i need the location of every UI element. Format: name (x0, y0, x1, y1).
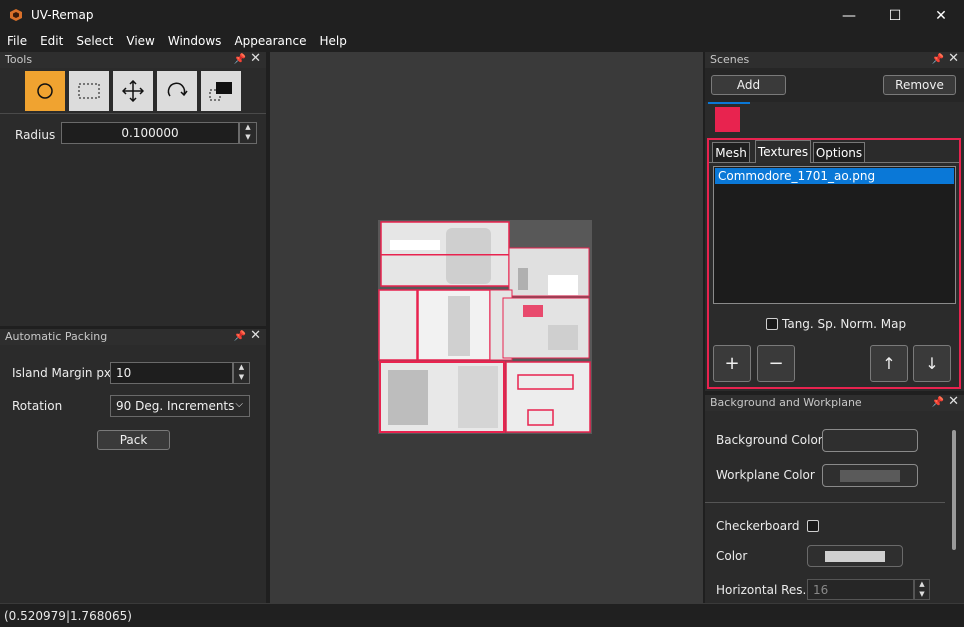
rotation-label: Rotation (12, 399, 63, 413)
window-title: UV-Remap (31, 8, 94, 22)
scene-content-box: Mesh Textures Options Commodore_1701_ao.… (707, 138, 961, 389)
menu-help[interactable]: Help (313, 32, 353, 51)
menu-bar: File Edit Select View Windows Appearance… (0, 31, 964, 52)
spin-down-icon[interactable]: ▼ (240, 133, 256, 143)
spin-up-icon[interactable]: ▲ (240, 123, 256, 133)
background-workplane-panel: Background and Workplane 📌 ✕ Background … (705, 394, 964, 603)
close-panel-icon[interactable]: ✕ (948, 51, 959, 67)
workplane-color-button[interactable] (822, 464, 918, 487)
texture-list[interactable]: Commodore_1701_ao.png (713, 166, 956, 304)
spin-down-icon[interactable]: ▼ (234, 373, 249, 383)
menu-appearance[interactable]: Appearance (227, 32, 312, 51)
close-button[interactable]: ✕ (918, 0, 964, 31)
checkerboard-label: Checkerboard (716, 519, 800, 533)
close-panel-icon[interactable]: ✕ (250, 328, 261, 344)
checkerboard-checkbox[interactable] (807, 520, 819, 532)
tools-panel-title: Tools (5, 53, 33, 66)
tangent-normal-map-checkbox[interactable] (766, 318, 778, 330)
menu-file[interactable]: File (0, 32, 33, 51)
circle-icon (37, 83, 53, 99)
spin-down-icon[interactable]: ▼ (915, 590, 929, 600)
remove-scene-button[interactable]: Remove (883, 75, 956, 95)
rotation-select[interactable]: 90 Deg. Increments ⌵ (110, 395, 250, 417)
add-texture-button[interactable]: + (713, 345, 751, 382)
uv-texture-preview[interactable] (378, 220, 592, 434)
island-margin-spinner[interactable]: ▲ ▼ (233, 362, 250, 384)
rotation-select-value: 90 Deg. Increments (116, 399, 235, 413)
minimize-button[interactable]: — (826, 0, 872, 31)
panel-scrollbar[interactable] (952, 430, 956, 550)
pin-icon[interactable]: 📌 (234, 52, 246, 68)
radius-label: Radius (15, 128, 56, 142)
remove-texture-button[interactable]: − (757, 345, 795, 382)
chevron-down-icon: ⌵ (235, 399, 243, 410)
pin-icon[interactable]: 📌 (234, 329, 246, 345)
island-margin-label: Island Margin px. (12, 366, 115, 380)
add-scene-button[interactable]: Add (711, 75, 786, 95)
scenes-panel: Scenes 📌 ✕ Add Remove Mesh Textures Opti… (705, 51, 964, 391)
move-up-button[interactable]: ↑ (870, 345, 908, 382)
close-panel-icon[interactable]: ✕ (250, 51, 261, 67)
spin-up-icon[interactable]: ▲ (915, 580, 929, 590)
scenes-panel-header: Scenes 📌 ✕ (705, 51, 964, 68)
pack-button[interactable]: Pack (97, 430, 170, 450)
checker-color-swatch (825, 551, 885, 562)
close-panel-icon[interactable]: ✕ (948, 394, 959, 410)
radius-spinner[interactable]: ▲ ▼ (239, 122, 257, 144)
status-bar: (0.520979|1.768065) (0, 603, 964, 627)
tools-panel: Tools 📌 ✕ Radius 0.100000 ▲ ▼ (0, 51, 266, 326)
island-margin-input[interactable]: 10 (110, 362, 233, 384)
tab-textures[interactable]: Textures (755, 140, 811, 163)
checker-color-button[interactable] (807, 545, 903, 567)
move-arrows-icon (122, 80, 144, 102)
packing-panel-header: Automatic Packing 📌 ✕ (0, 328, 266, 345)
tangent-normal-map-label: Tang. Sp. Norm. Map (782, 317, 907, 331)
uv-islands-graphic (378, 220, 592, 434)
circle-select-tool[interactable] (25, 71, 65, 111)
bg-panel-title: Background and Workplane (710, 396, 862, 409)
pin-icon[interactable]: 📌 (932, 395, 944, 411)
pin-icon[interactable]: 📌 (932, 52, 944, 68)
tab-options[interactable]: Options (813, 142, 865, 163)
move-tool[interactable] (113, 71, 153, 111)
menu-windows[interactable]: Windows (161, 32, 228, 51)
cursor-coordinates: (0.520979|1.768065) (4, 609, 132, 623)
checker-color-label: Color (716, 549, 748, 563)
workplane-color-label: Workplane Color (716, 468, 815, 482)
background-color-label: Background Color (716, 433, 823, 447)
maximize-button[interactable]: ☐ (872, 0, 918, 31)
move-down-button[interactable]: ↓ (913, 345, 951, 382)
spin-up-icon[interactable]: ▲ (234, 363, 249, 373)
horizontal-res-input[interactable]: 16 (807, 579, 914, 600)
rect-select-tool[interactable] (69, 71, 109, 111)
scenes-panel-title: Scenes (710, 53, 750, 66)
fill-tool[interactable] (201, 71, 241, 111)
horizontal-res-spinner[interactable]: ▲ ▼ (914, 579, 930, 600)
background-color-button[interactable] (822, 429, 918, 452)
app-logo-icon (10, 9, 22, 21)
menu-edit[interactable]: Edit (33, 32, 69, 51)
radius-input[interactable]: 0.100000 (61, 122, 239, 144)
menu-view[interactable]: View (119, 32, 160, 51)
texture-list-item[interactable]: Commodore_1701_ao.png (715, 168, 954, 184)
scene-tab-indicator (708, 102, 750, 104)
menu-select[interactable]: Select (69, 32, 119, 51)
tools-panel-header: Tools 📌 ✕ (0, 51, 266, 68)
rotate-tool[interactable] (157, 71, 197, 111)
rectangle-select-icon (78, 83, 100, 99)
packing-panel: Automatic Packing 📌 ✕ Island Margin px. … (0, 328, 266, 603)
title-bar: UV-Remap — ☐ ✕ (0, 0, 964, 31)
bg-panel-header: Background and Workplane 📌 ✕ (705, 394, 964, 411)
scene-color-swatch[interactable] (715, 107, 740, 132)
workplane-color-swatch (840, 470, 900, 482)
fill-rect-icon (209, 82, 232, 101)
horizontal-res-label: Horizontal Res. (716, 583, 807, 597)
tab-mesh[interactable]: Mesh (712, 142, 750, 163)
packing-panel-title: Automatic Packing (5, 330, 108, 343)
rotate-icon (167, 82, 188, 97)
